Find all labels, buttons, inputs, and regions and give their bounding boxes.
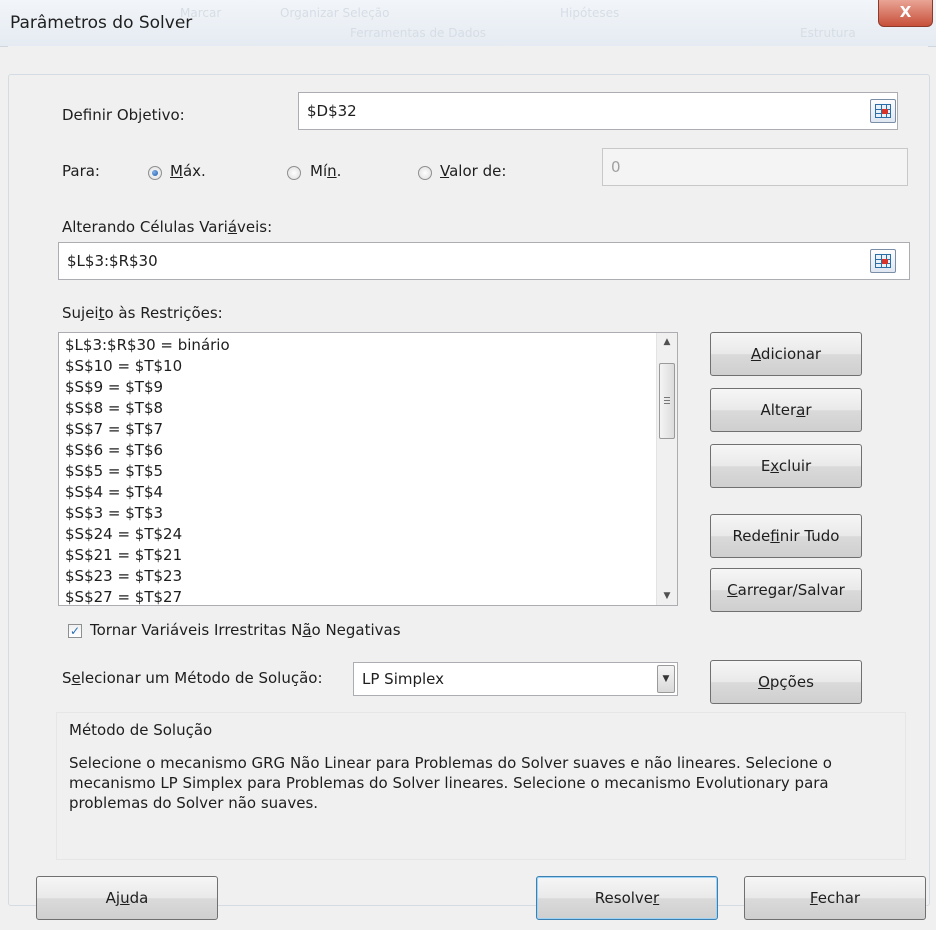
constraints-scrollbar[interactable]: ▲ ▼ bbox=[656, 333, 677, 605]
background-text: Estrutura bbox=[800, 26, 856, 40]
min-label[interactable]: Mín. bbox=[310, 162, 341, 180]
solver-parameters-dialog: Marcar Organizar Seleção Ferramentas de … bbox=[0, 0, 936, 930]
scroll-up-icon[interactable]: ▲ bbox=[657, 333, 677, 351]
change-button[interactable]: Alterar bbox=[710, 388, 862, 432]
chevron-down-icon[interactable]: ▼ bbox=[657, 665, 675, 693]
objective-label: Definir Objetivo: bbox=[62, 106, 185, 124]
value-of-radio[interactable] bbox=[418, 166, 432, 180]
title-bar[interactable]: Marcar Organizar Seleção Ferramentas de … bbox=[0, 0, 936, 47]
max-label[interactable]: Máx. bbox=[170, 162, 206, 180]
variable-cells-input[interactable]: $L$3:$R$30 bbox=[58, 242, 910, 280]
constraints-label: Sujeito às Restrições: bbox=[62, 304, 223, 322]
variable-cells-label: Alterando Células Variáveis: bbox=[62, 218, 273, 236]
background-text: Hipóteses bbox=[560, 6, 620, 20]
min-radio[interactable] bbox=[287, 166, 301, 180]
method-description: Selecione o mecanismo GRG Não Linear par… bbox=[69, 754, 832, 812]
list-item[interactable]: $S$9 = $T$9 bbox=[65, 378, 163, 396]
list-item[interactable]: $S$27 = $T$27 bbox=[65, 588, 182, 605]
list-item[interactable]: $S$3 = $T$3 bbox=[65, 504, 163, 522]
variable-cells-ref-button[interactable] bbox=[870, 249, 896, 273]
list-item[interactable]: $L$3:$R$30 = binário bbox=[65, 336, 230, 354]
constraints-list[interactable]: $L$3:$R$30 = binário $S$10 = $T$10 $S$9 … bbox=[58, 332, 678, 606]
value-of-input[interactable]: 0 bbox=[602, 148, 908, 186]
method-select[interactable]: LP Simplex ▼ bbox=[353, 662, 678, 696]
value-of-label[interactable]: Valor de: bbox=[440, 162, 506, 180]
method-description-panel: Método de Solução Selecione o mecanismo … bbox=[56, 712, 906, 860]
background-text: Organizar Seleção bbox=[280, 6, 390, 20]
list-item[interactable]: $S$5 = $T$5 bbox=[65, 462, 163, 480]
load-save-button[interactable]: Carregar/Salvar bbox=[710, 568, 862, 612]
delete-button[interactable]: Excluir bbox=[710, 444, 862, 488]
list-item[interactable]: $S$7 = $T$7 bbox=[65, 420, 163, 438]
close-window-button[interactable]: X bbox=[878, 0, 933, 27]
objective-input[interactable]: $D$32 bbox=[298, 92, 898, 130]
objective-ref-button[interactable] bbox=[870, 99, 896, 123]
scroll-thumb[interactable] bbox=[659, 363, 675, 439]
options-button[interactable]: Opções bbox=[710, 660, 862, 704]
list-item[interactable]: $S$24 = $T$24 bbox=[65, 525, 182, 543]
list-item[interactable]: $S$23 = $T$23 bbox=[65, 567, 182, 585]
dialog-title: Parâmetros do Solver bbox=[10, 13, 193, 33]
list-item[interactable]: $S$6 = $T$6 bbox=[65, 441, 163, 459]
background-text: Ferramentas de Dados bbox=[350, 26, 487, 40]
scroll-down-icon[interactable]: ▼ bbox=[657, 587, 677, 605]
method-panel-title: Método de Solução bbox=[69, 721, 213, 739]
list-item[interactable]: $S$8 = $T$8 bbox=[65, 399, 163, 417]
help-button[interactable]: Ajuda bbox=[36, 876, 218, 920]
reset-all-button[interactable]: Redefinir Tudo bbox=[710, 514, 862, 558]
method-selected-value: LP Simplex bbox=[362, 670, 445, 688]
dialog-body: Definir Objetivo: $D$32 Para: Máx. Mín. … bbox=[8, 46, 930, 930]
method-label: Selecionar um Método de Solução: bbox=[62, 669, 323, 687]
nonnegative-checkbox[interactable]: ✓ bbox=[68, 624, 82, 638]
max-radio[interactable] bbox=[148, 166, 162, 180]
close-icon: X bbox=[899, 3, 912, 21]
to-label: Para: bbox=[62, 162, 100, 180]
list-item[interactable]: $S$10 = $T$10 bbox=[65, 357, 182, 375]
list-item[interactable]: $S$21 = $T$21 bbox=[65, 546, 182, 564]
solve-button[interactable]: Resolver bbox=[536, 876, 718, 920]
list-item[interactable]: $S$4 = $T$4 bbox=[65, 483, 163, 501]
close-button[interactable]: Fechar bbox=[744, 876, 926, 920]
nonnegative-label[interactable]: Tornar Variáveis Irrestritas Não Negativ… bbox=[90, 621, 401, 639]
add-button[interactable]: Adicionar bbox=[710, 332, 862, 376]
